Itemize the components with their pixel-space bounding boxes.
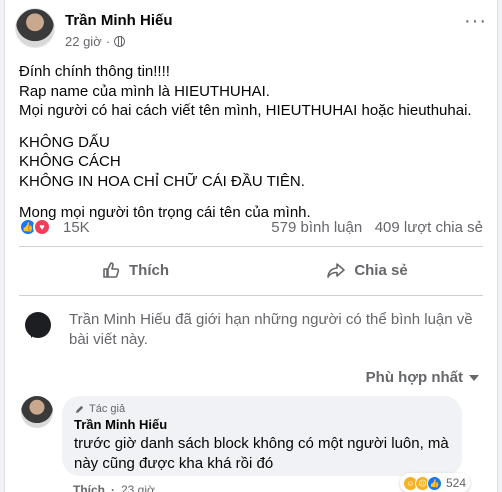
love-reaction-icon: ♥ (33, 218, 51, 236)
commenter-avatar[interactable] (21, 396, 53, 428)
comment-reactions[interactable]: ☺ ☹ 👍 524 (400, 473, 471, 492)
comment-bubble-icon (25, 312, 51, 338)
comment-footer: Thích · 23 giờ (73, 483, 155, 492)
comment-author[interactable]: Trần Minh Hiếu (74, 417, 450, 432)
post-paragraph: Đính chính thông tin!!!! Rap name của mì… (19, 63, 472, 119)
caret-down-icon (469, 374, 479, 381)
author-avatar[interactable] (15, 8, 55, 48)
like-label: Thích (129, 261, 169, 279)
divider (19, 295, 483, 296)
post-time[interactable]: 22 giờ (65, 34, 102, 49)
post-card: Trần Minh Hiếu 22 giờ · ··· Đính chính t… (4, 0, 498, 492)
post-meta: 22 giờ · (65, 34, 126, 49)
like-reaction-icon: 👍 (427, 475, 442, 491)
comment-restriction-notice: Trần Minh Hiếu đã giới hạn những người c… (19, 310, 483, 350)
comment-share-counts: 579 bình luận 409 lượt chia sẻ (271, 219, 483, 236)
share-label: Chia sẻ (354, 261, 408, 279)
reactions-bar: 👍 ♥ 15K 579 bình luận 409 lượt chia sẻ (19, 218, 483, 240)
reaction-count[interactable]: 15K (63, 219, 90, 236)
more-options-icon[interactable]: ··· (464, 11, 487, 31)
comment-like-link[interactable]: Thích (73, 483, 105, 492)
comment-sort-dropdown[interactable]: Phù hợp nhất (366, 369, 479, 386)
post-paragraph: KHÔNG DẤU KHÔNG CÁCH KHÔNG IN HOA CHỈ CH… (19, 133, 305, 190)
post-header: Trần Minh Hiếu 22 giờ · ··· (15, 8, 487, 52)
share-count[interactable]: 409 lượt chia sẻ (375, 219, 483, 236)
notice-text: Trần Minh Hiếu đã giới hạn những người c… (69, 311, 473, 348)
pencil-icon (75, 405, 84, 413)
comment-time[interactable]: 23 giờ (121, 483, 155, 492)
author-name[interactable]: Trần Minh Hiếu (65, 12, 173, 29)
like-button[interactable]: Thích (19, 253, 251, 287)
reaction-icons[interactable]: 👍 ♥ (19, 218, 51, 236)
thumbs-up-icon (103, 262, 120, 278)
comment-reaction-count: 524 (446, 476, 467, 490)
post-text: Đính chính thông tin!!!! Rap name của mì… (19, 62, 487, 235)
author-badge: Tác giả (74, 403, 450, 415)
post-actions: Thích Chia sẻ (19, 253, 483, 287)
share-icon (327, 263, 346, 278)
sort-label: Phù hợp nhất (365, 369, 463, 386)
comment-bubble: Tác giả Trần Minh Hiếu trước giờ danh sá… (62, 396, 462, 476)
divider (19, 246, 483, 247)
share-button[interactable]: Chia sẻ (251, 253, 483, 287)
globe-icon[interactable] (114, 36, 126, 47)
comment-count[interactable]: 579 bình luận (271, 219, 362, 236)
comment-text: trước giờ danh sách block không có một n… (74, 435, 449, 472)
